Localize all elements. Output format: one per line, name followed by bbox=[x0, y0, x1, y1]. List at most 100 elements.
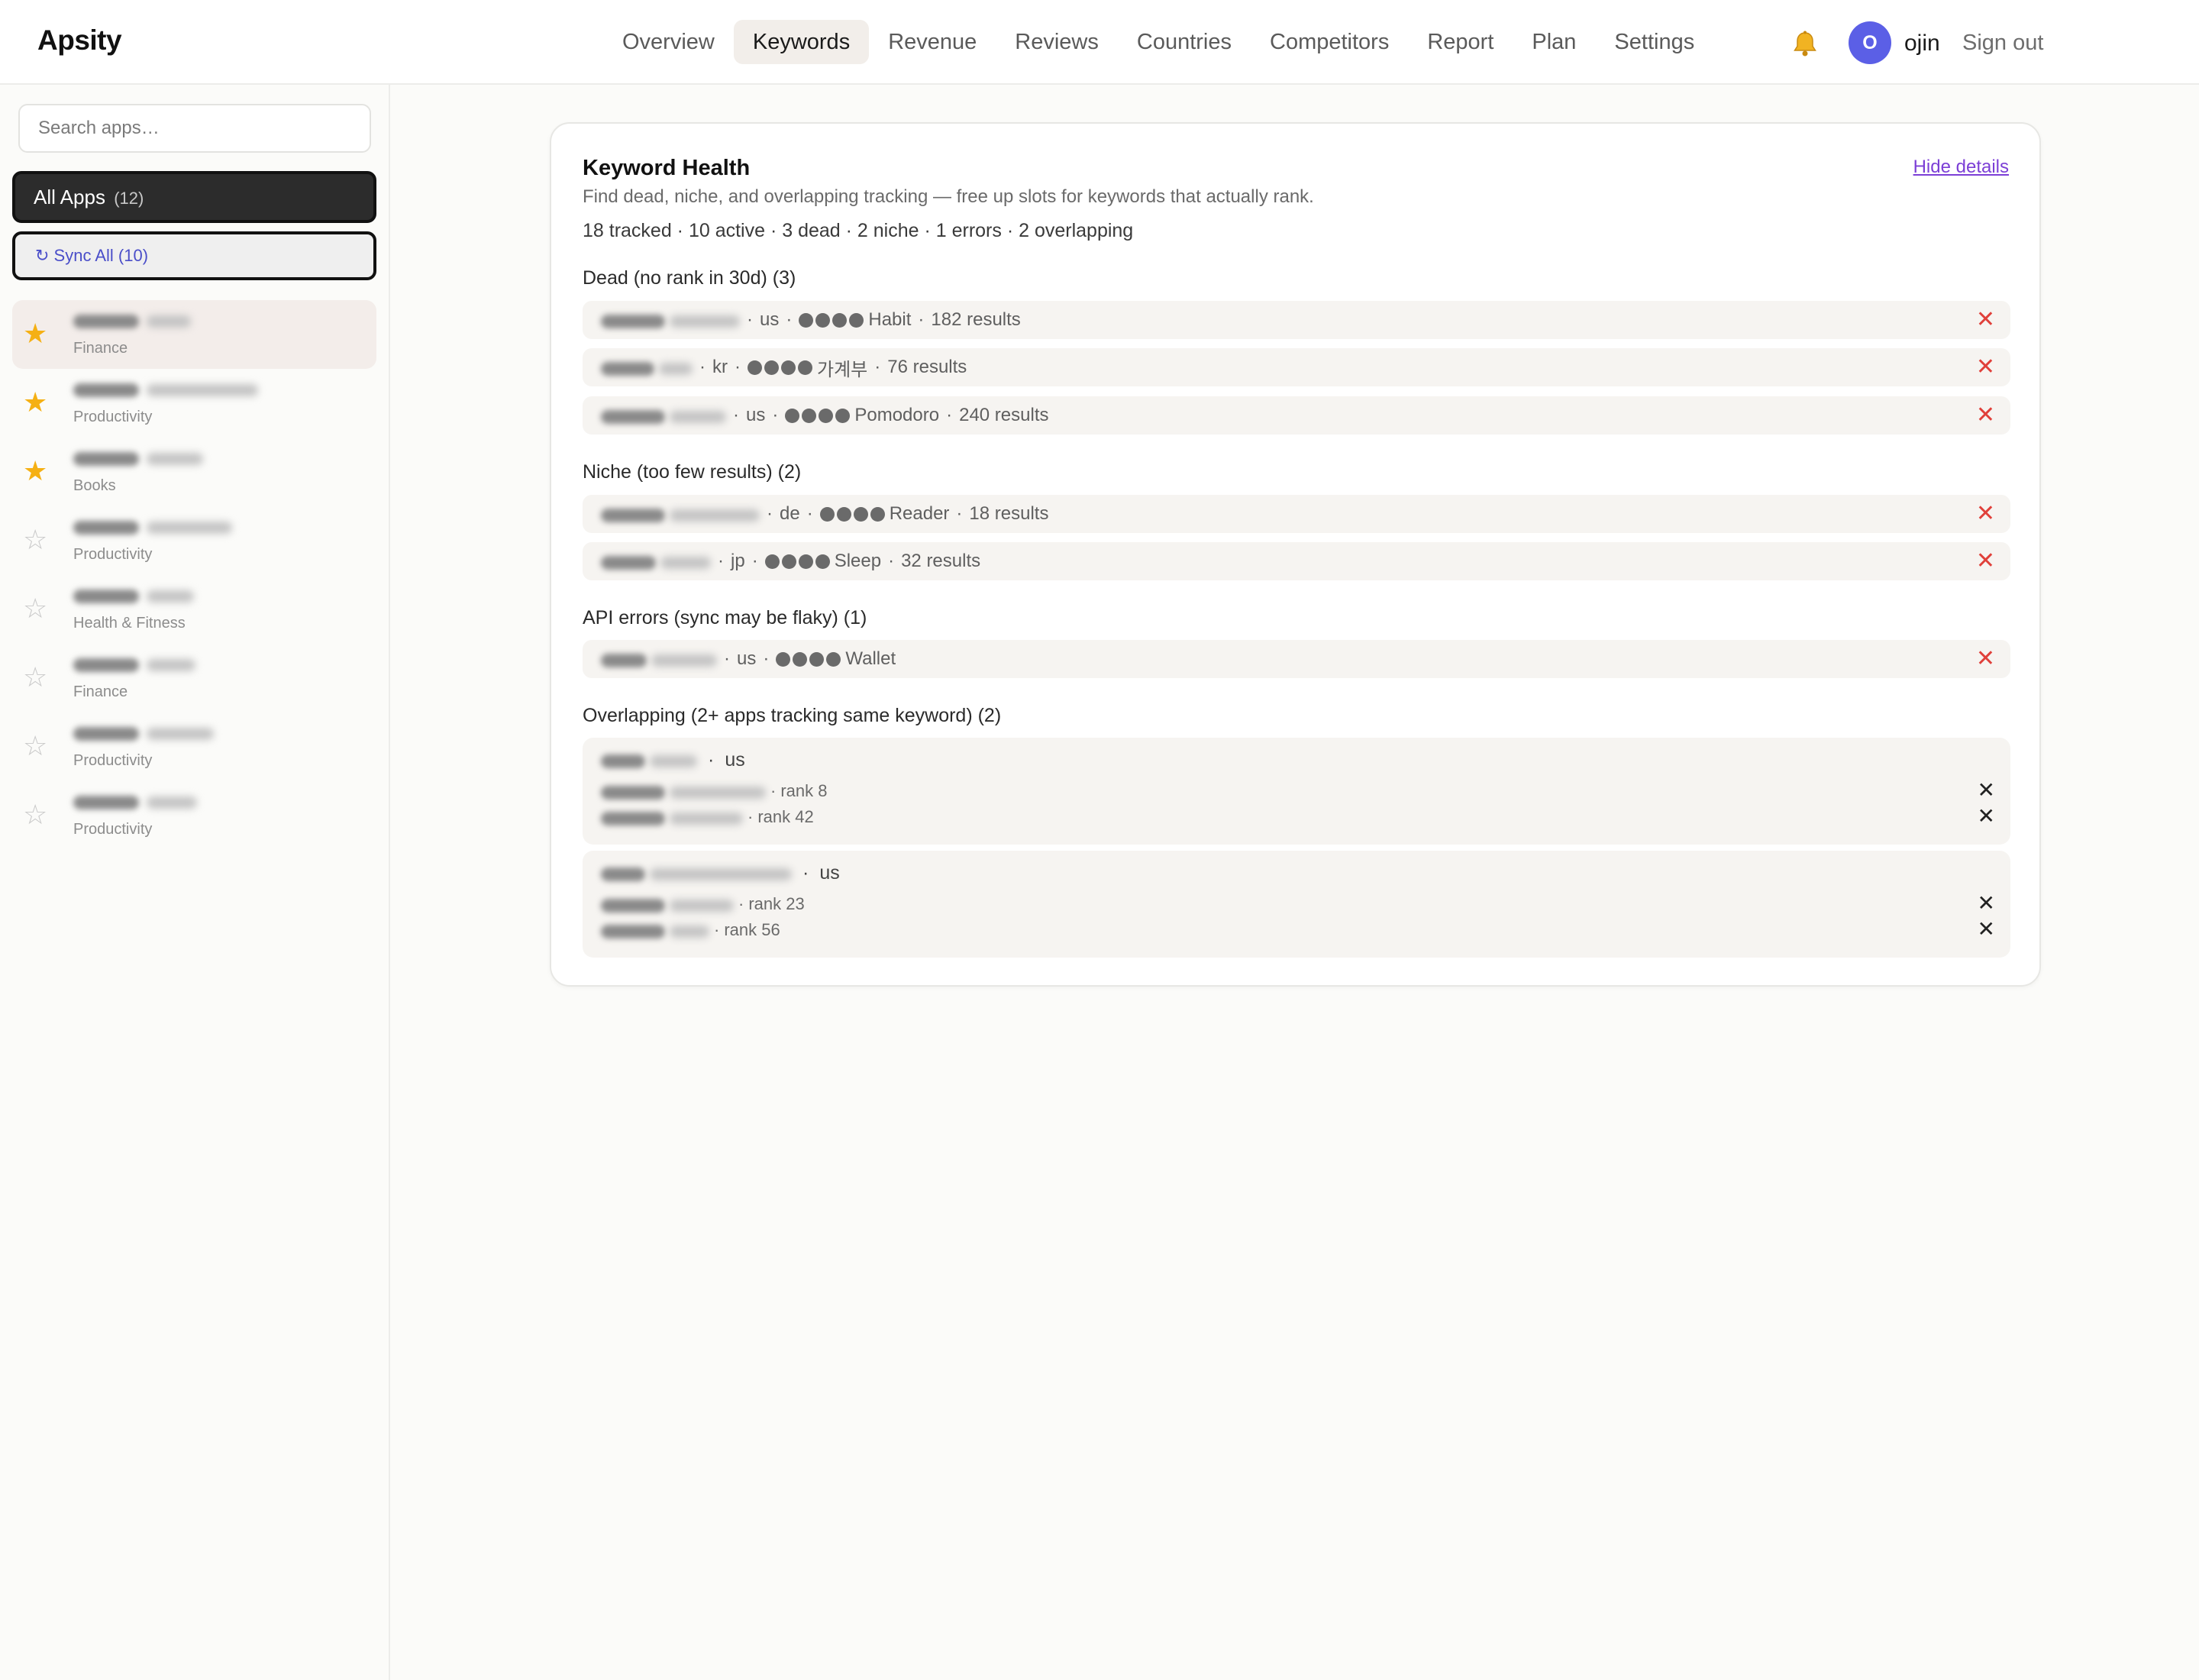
redacted-dots-icon bbox=[819, 506, 885, 522]
keyword-redacted bbox=[601, 361, 654, 376]
app-list-item[interactable]: ☆ Productivity bbox=[12, 712, 376, 781]
app-name-redacted bbox=[601, 898, 665, 913]
country-code: kr bbox=[712, 357, 728, 377]
app-list-item[interactable]: ☆ Productivity bbox=[12, 506, 376, 575]
sync-all-button[interactable]: ↻ Sync All (10) bbox=[12, 231, 376, 280]
app-list-item[interactable]: ☆ Productivity bbox=[12, 781, 376, 850]
remove-overlap-icon[interactable]: ✕ bbox=[1978, 805, 1995, 828]
remove-keyword-icon[interactable]: ✕ bbox=[1976, 500, 1995, 528]
rank-value: rank 23 bbox=[748, 894, 805, 913]
keyword-redacted bbox=[650, 868, 792, 880]
bell-icon[interactable] bbox=[1790, 29, 1820, 60]
all-apps-button[interactable]: All Apps (12) bbox=[12, 171, 376, 223]
app-name: Wallet bbox=[845, 648, 896, 669]
remove-overlap-icon[interactable]: ✕ bbox=[1978, 918, 1995, 941]
tab-overview[interactable]: Overview bbox=[603, 20, 734, 64]
keyword-redacted bbox=[601, 409, 665, 424]
tab-settings[interactable]: Settings bbox=[1595, 20, 1713, 64]
overlap-group: · us · rank 8 ✕ · rank 42 ✕ bbox=[583, 738, 2010, 845]
star-filled-icon[interactable]: ★ bbox=[23, 387, 47, 418]
app-category: Books bbox=[73, 477, 116, 494]
app-name: Habit bbox=[868, 309, 912, 330]
app-name: Pomodoro bbox=[854, 405, 940, 425]
tab-competitors[interactable]: Competitors bbox=[1251, 20, 1408, 64]
app-name: Sleep bbox=[834, 551, 882, 571]
tab-revenue[interactable]: Revenue bbox=[869, 20, 996, 64]
result-count: 32 results bbox=[901, 551, 981, 571]
app-name-redacted bbox=[73, 312, 191, 331]
app-name-redacted bbox=[73, 381, 258, 399]
tab-countries[interactable]: Countries bbox=[1118, 20, 1251, 64]
app-category: Finance bbox=[73, 340, 128, 357]
keyword-redacted bbox=[670, 509, 760, 522]
hide-details-link[interactable]: Hide details bbox=[1913, 157, 2009, 178]
app-category: Finance bbox=[73, 683, 128, 700]
country-code: us bbox=[760, 309, 780, 330]
app-name-redacted bbox=[670, 787, 766, 799]
niche-keyword-row: · de · Reader · 18 results ✕ bbox=[583, 495, 2010, 533]
app-name-redacted bbox=[670, 926, 709, 938]
result-count: 182 results bbox=[931, 309, 1021, 330]
tab-report[interactable]: Report bbox=[1408, 20, 1513, 64]
tab-plan[interactable]: Plan bbox=[1513, 20, 1595, 64]
search-apps-input[interactable] bbox=[18, 104, 371, 153]
user-avatar[interactable]: O bbox=[1849, 21, 1891, 64]
rank-value: rank 8 bbox=[780, 781, 828, 800]
keyword-health-card: Keyword Health Hide details Find dead, n… bbox=[550, 122, 2041, 987]
star-outline-icon[interactable]: ☆ bbox=[23, 731, 47, 761]
star-outline-icon[interactable]: ☆ bbox=[23, 662, 47, 693]
star-filled-icon[interactable]: ★ bbox=[23, 318, 47, 349]
sign-out-link[interactable]: Sign out bbox=[1962, 31, 2043, 56]
country-code: de bbox=[780, 503, 800, 524]
card-title: Keyword Health bbox=[583, 156, 751, 180]
top-bar: Apsity Overview Keywords Revenue Reviews… bbox=[0, 0, 2199, 85]
star-outline-icon[interactable]: ☆ bbox=[23, 800, 47, 830]
app-list-item[interactable]: ☆ Health & Fitness bbox=[12, 575, 376, 644]
error-keyword-row: · us · Wallet ✕ bbox=[583, 640, 2010, 678]
app-list-item[interactable]: ★ Productivity bbox=[12, 369, 376, 438]
app-list: ★ Finance ★ Productivity ★ Books ☆ Produ… bbox=[12, 300, 376, 850]
app-name-redacted bbox=[73, 450, 203, 468]
star-outline-icon[interactable]: ☆ bbox=[23, 525, 47, 555]
app-list-item[interactable]: ★ Books bbox=[12, 438, 376, 506]
remove-overlap-icon[interactable]: ✕ bbox=[1978, 779, 1995, 802]
niche-section-heading: Niche (too few results) (2) bbox=[583, 461, 802, 483]
keyword-redacted bbox=[660, 557, 711, 569]
country-code: us bbox=[737, 648, 757, 669]
star-outline-icon[interactable]: ☆ bbox=[23, 593, 47, 624]
redacted-dots-icon bbox=[764, 554, 830, 569]
redacted-dots-icon bbox=[785, 408, 851, 423]
app-name: 가계부 bbox=[817, 359, 868, 380]
remove-overlap-icon[interactable]: ✕ bbox=[1978, 892, 1995, 915]
result-count: 240 results bbox=[959, 405, 1049, 425]
app-name-redacted bbox=[73, 519, 232, 537]
keyword-redacted bbox=[601, 653, 647, 667]
remove-keyword-icon[interactable]: ✕ bbox=[1976, 548, 1995, 575]
remove-keyword-icon[interactable]: ✕ bbox=[1976, 354, 1995, 381]
keyword-redacted bbox=[601, 555, 656, 570]
result-count: 18 results bbox=[969, 503, 1049, 524]
keyword-redacted bbox=[601, 867, 645, 881]
app-name-redacted bbox=[73, 656, 195, 674]
sidebar: All Apps (12) ↻ Sync All (10) ★ Finance … bbox=[0, 85, 390, 1680]
app-logo[interactable]: Apsity bbox=[37, 24, 122, 57]
app-category: Health & Fitness bbox=[73, 615, 186, 632]
tab-reviews[interactable]: Reviews bbox=[996, 20, 1118, 64]
app-name-redacted bbox=[73, 587, 194, 606]
remove-keyword-icon[interactable]: ✕ bbox=[1976, 645, 1995, 673]
star-filled-icon[interactable]: ★ bbox=[23, 456, 47, 486]
keyword-redacted bbox=[601, 754, 645, 768]
tab-keywords[interactable]: Keywords bbox=[733, 20, 870, 64]
keyword-redacted bbox=[601, 314, 665, 328]
app-category: Productivity bbox=[73, 752, 153, 769]
app-name-redacted bbox=[670, 900, 734, 912]
app-list-item[interactable]: ☆ Finance bbox=[12, 644, 376, 712]
keyword-redacted bbox=[659, 363, 693, 375]
remove-keyword-icon[interactable]: ✕ bbox=[1976, 306, 1995, 334]
country-code: us bbox=[746, 405, 766, 425]
overlap-group: · us · rank 23 ✕ · rank 56 ✕ bbox=[583, 851, 2010, 958]
all-apps-label: All Apps bbox=[34, 186, 105, 208]
app-list-item[interactable]: ★ Finance bbox=[12, 300, 376, 369]
card-subtitle: Find dead, niche, and overlapping tracki… bbox=[583, 186, 1314, 207]
remove-keyword-icon[interactable]: ✕ bbox=[1976, 402, 1995, 429]
